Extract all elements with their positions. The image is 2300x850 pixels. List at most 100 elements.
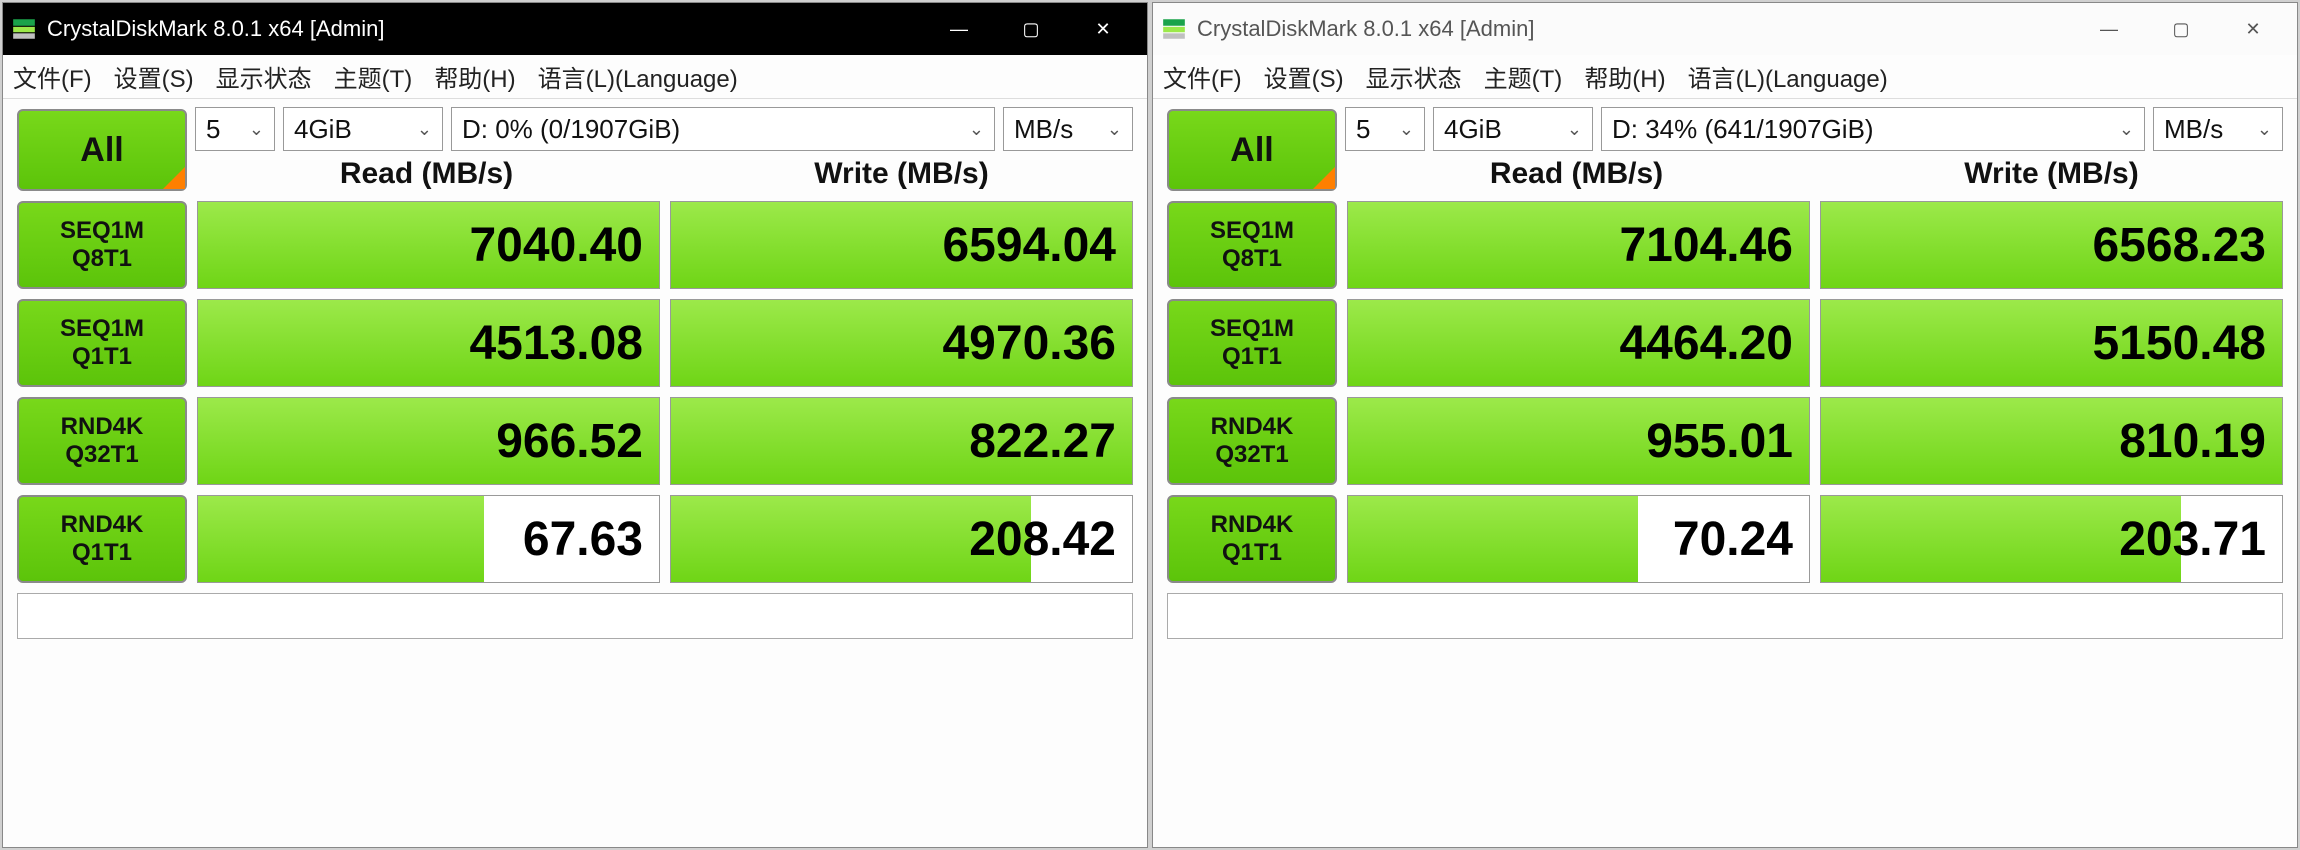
write-value: 203.71: [2119, 512, 2266, 567]
write-value: 4970.36: [942, 316, 1116, 371]
write-value-cell: 5150.48: [1820, 299, 2283, 387]
test-size-select[interactable]: 4GiB⌄: [1433, 107, 1593, 151]
test-button[interactable]: RND4KQ32T1: [17, 397, 187, 485]
test-size-select[interactable]: 4GiB ⌄: [283, 107, 443, 151]
top-right: 5⌄4GiB⌄D: 34% (641/1907GiB)⌄MB/s⌄Read (M…: [1345, 107, 2283, 191]
write-value: 208.42: [969, 512, 1116, 567]
test-button[interactable]: SEQ1MQ1T1: [17, 299, 187, 387]
close-button[interactable]: ✕: [1067, 3, 1139, 55]
test-count-select[interactable]: 5⌄: [1345, 107, 1425, 151]
app-icon: [1161, 16, 1187, 42]
column-headers: Read (MB/s) Write (MB/s): [195, 157, 1133, 191]
test-button[interactable]: SEQ1MQ8T1: [17, 201, 187, 289]
menu-item[interactable]: 文件(F): [13, 59, 92, 94]
content-area: All5⌄4GiB⌄D: 0% (0/1907GiB)⌄MB/s⌄Read (M…: [3, 99, 1147, 847]
results-grid: SEQ1MQ8T1 7040.40 6594.04 SEQ1MQ1T1 4513.08 4…: [17, 201, 1133, 583]
minimize-button[interactable]: —: [2073, 3, 2145, 55]
test-label-2: Q8T1: [72, 245, 132, 273]
chevron-down-icon: ⌄: [2257, 119, 2272, 140]
maximize-button[interactable]: ▢: [995, 3, 1067, 55]
menu-item[interactable]: 文件(F): [1163, 59, 1242, 94]
menubar: 文件(F) 设置(S) 显示状态主题(T) 帮助(H) 语言(L)(Language): [1153, 55, 2297, 99]
menu-item[interactable]: 设置(S): [1264, 59, 1344, 94]
window-title: CrystalDiskMark 8.0.1 x64 [Admin]: [47, 16, 913, 42]
read-value-cell: 70.24: [1347, 495, 1810, 583]
read-value-cell: 966.52: [197, 397, 660, 485]
select-value: 4GiB: [294, 114, 352, 145]
test-button[interactable]: RND4KQ32T1: [1167, 397, 1337, 485]
test-button[interactable]: RND4KQ1T1: [17, 495, 187, 583]
chevron-down-icon: ⌄: [1107, 119, 1122, 140]
drive-select[interactable]: D: 0% (0/1907GiB)⌄: [451, 107, 995, 151]
read-value-cell: 67.63: [197, 495, 660, 583]
read-value-cell: 7040.40: [197, 201, 660, 289]
all-button[interactable]: All: [1167, 109, 1337, 191]
app-window: CrystalDiskMark 8.0.1 x64 [Admin]—▢✕文件(F…: [1152, 2, 2298, 848]
app-icon: [11, 16, 37, 42]
menu-item[interactable]: 帮助(H): [434, 59, 515, 94]
selects-row: 5⌄4GiB⌄D: 0% (0/1907GiB)⌄MB/s⌄: [195, 107, 1133, 151]
write-value-cell: 810.19: [1820, 397, 2283, 485]
read-value: 955.01: [1646, 414, 1793, 469]
unit-select[interactable]: MB/s ⌄: [1003, 107, 1133, 151]
select-value: D: 0% (0/1907GiB): [462, 114, 680, 145]
menu-item[interactable]: 主题(T): [334, 59, 413, 94]
unit-select[interactable]: MB/s⌄: [2153, 107, 2283, 151]
menu-item[interactable]: 语言(L)(Language): [538, 59, 738, 94]
minimize-button[interactable]: —: [923, 3, 995, 55]
app-window: CrystalDiskMark 8.0.1 x64 [Admin]—▢✕文件(F…: [2, 2, 1148, 848]
read-value: 4513.08: [469, 316, 643, 371]
status-bar: [1167, 593, 2283, 639]
menu-item[interactable]: 设置(S): [114, 59, 194, 94]
read-value: 966.52: [496, 414, 643, 469]
test-count-select[interactable]: 5⌄: [195, 107, 275, 151]
window-controls: —▢✕: [923, 3, 1139, 55]
test-label-2: Q1T1: [1222, 539, 1282, 567]
test-label-2: Q1T1: [1222, 343, 1282, 371]
menu-item[interactable]: 显示状态: [1366, 59, 1462, 94]
write-header: Write (MB/s): [670, 157, 1133, 191]
chevron-down-icon: ⌄: [417, 119, 432, 140]
menu-item[interactable]: 语言(L)(Language): [1688, 59, 1888, 94]
chevron-down-icon: ⌄: [2119, 119, 2134, 140]
results-grid: SEQ1MQ8T17104.466568.23SEQ1MQ1T14464.205…: [1167, 201, 2283, 583]
test-button[interactable]: SEQ1MQ8T1: [1167, 201, 1337, 289]
write-value: 810.19: [2119, 414, 2266, 469]
top-right: 5⌄4GiB⌄D: 0% (0/1907GiB)⌄MB/s⌄Read (MB/s…: [195, 107, 1133, 191]
window-title: CrystalDiskMark 8.0.1 x64 [Admin]: [1197, 16, 2063, 42]
drive-select[interactable]: D: 34% (641/1907GiB)⌄: [1601, 107, 2145, 151]
window-controls: —▢✕: [2073, 3, 2289, 55]
menu-item[interactable]: 显示状态: [216, 59, 312, 94]
read-value: 7040.40: [469, 218, 643, 273]
selects-row: 5⌄4GiB⌄D: 34% (641/1907GiB)⌄MB/s⌄: [1345, 107, 2283, 151]
maximize-button[interactable]: ▢: [2145, 3, 2217, 55]
chevron-down-icon: ⌄: [1399, 119, 1414, 140]
titlebar[interactable]: CrystalDiskMark 8.0.1 x64 [Admin] —▢✕: [3, 3, 1147, 55]
status-bar: [17, 593, 1133, 639]
test-button[interactable]: RND4KQ1T1: [1167, 495, 1337, 583]
read-value: 70.24: [1673, 512, 1793, 567]
select-value: 4GiB: [1444, 114, 1502, 145]
write-value-cell: 6568.23: [1820, 201, 2283, 289]
write-value: 822.27: [969, 414, 1116, 469]
menu-item[interactable]: 帮助(H): [1584, 59, 1665, 94]
select-value: 5: [206, 114, 220, 145]
test-label-1: SEQ1M: [60, 217, 144, 245]
menu-item[interactable]: 主题(T): [1484, 59, 1563, 94]
test-label-1: RND4K: [1211, 511, 1294, 539]
menubar: 文件(F) 设置(S) 显示状态主题(T) 帮助(H) 语言(L)(Language): [3, 55, 1147, 99]
read-header: Read (MB/s): [195, 157, 658, 191]
close-button[interactable]: ✕: [2217, 3, 2289, 55]
write-value: 5150.48: [2092, 316, 2266, 371]
write-value-cell: 822.27: [670, 397, 1133, 485]
titlebar[interactable]: CrystalDiskMark 8.0.1 x64 [Admin] —▢✕: [1153, 3, 2297, 55]
select-value: MB/s: [1014, 114, 1073, 145]
chevron-down-icon: ⌄: [249, 119, 264, 140]
read-header: Read (MB/s): [1345, 157, 1808, 191]
test-button[interactable]: SEQ1MQ1T1: [1167, 299, 1337, 387]
fill-bar: [198, 496, 484, 582]
content-area: All5⌄4GiB⌄D: 34% (641/1907GiB)⌄MB/s⌄Read…: [1153, 99, 2297, 847]
all-button[interactable]: All: [17, 109, 187, 191]
write-value-cell: 6594.04: [670, 201, 1133, 289]
write-value-cell: 4970.36: [670, 299, 1133, 387]
